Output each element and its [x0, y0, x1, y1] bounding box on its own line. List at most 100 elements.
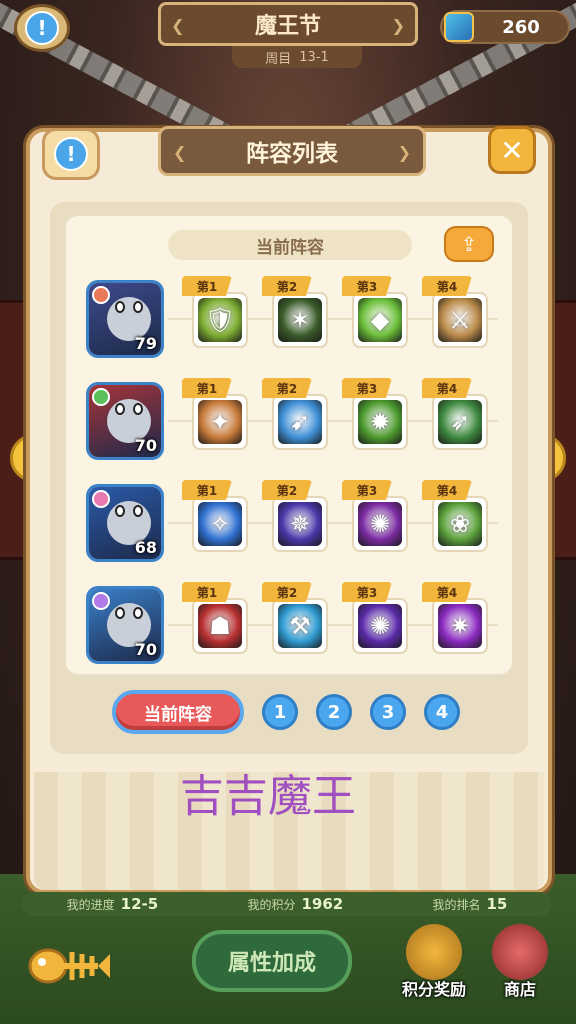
skill-order-tag: 第4	[422, 378, 472, 398]
tab-current-lineup[interactable]: 当前阵容	[112, 690, 244, 734]
hero-portrait[interactable]: 68	[86, 484, 164, 562]
skill-glyph-icon: ✺	[369, 612, 391, 640]
tab-lineup-4[interactable]: 4	[424, 694, 460, 730]
skill-order-tag: 第3	[342, 276, 392, 296]
skill-slot-1[interactable]: 🛡 第1	[182, 274, 248, 358]
skill-order-tag: 第1	[182, 276, 232, 296]
share-button[interactable]: ⇪	[444, 226, 494, 262]
ornament-left-icon: ❮	[171, 16, 185, 35]
skill-glyph-icon: ✶	[289, 306, 311, 334]
element-badge-icon	[92, 286, 110, 304]
skill-frame: ❀	[432, 496, 488, 552]
skill-frame: ⚒	[272, 598, 328, 654]
skill-order-tag: 第3	[342, 378, 392, 398]
skill-order-tag: 第2	[262, 378, 312, 398]
dialog-title-banner: ❮ 阵容列表 ❯	[158, 126, 426, 176]
skill-icon: ⚒	[278, 604, 322, 648]
lineup-list-dialog: ! ❮ 阵容列表 ❯ ✕ 当前阵容 ⇪ 79 🛡 第1 ✶ 第2 ◆ 第3 ⚔ 第4 70 ✦ 第1 ➹…	[26, 126, 552, 894]
progress-value: 12-5	[120, 895, 159, 913]
hero-portrait[interactable]: 70	[86, 586, 164, 664]
hero-level: 68	[134, 538, 157, 557]
progress-label: 我的进度	[66, 898, 115, 912]
skill-order-tag: 第2	[262, 582, 312, 602]
share-icon: ⇪	[460, 232, 478, 256]
tab-lineup-1[interactable]: 1	[262, 694, 298, 730]
currency-value: 260	[502, 16, 540, 38]
info-icon: !	[54, 137, 88, 171]
skill-glyph-icon: ✺	[369, 510, 391, 538]
skill-slot-2[interactable]: ✵ 第2	[262, 478, 328, 562]
skill-frame: ✺	[352, 496, 408, 552]
hero-eye	[133, 607, 143, 619]
skill-frame: ◆	[352, 292, 408, 348]
skill-icon: ✶	[278, 298, 322, 342]
hero-eye	[115, 403, 125, 415]
skill-glyph-icon: ✷	[449, 612, 471, 640]
skill-slot-4[interactable]: ❀ 第4	[422, 478, 488, 562]
skill-slot-4[interactable]: ✷ 第4	[422, 580, 488, 664]
lineup-row: 79 🛡 第1 ✶ 第2 ◆ 第3 ⚔ 第4	[78, 274, 498, 364]
fish-bone-icon[interactable]	[26, 936, 112, 996]
attribute-bonus-button[interactable]: 属性加成	[192, 930, 352, 992]
skill-slot-4[interactable]: ➶ 第4	[422, 376, 488, 460]
hero-eye	[133, 505, 143, 517]
skill-glyph-icon: ✦	[209, 408, 231, 436]
hero-eye	[115, 505, 125, 517]
skill-order-tag: 第1	[182, 480, 232, 500]
tab-lineup-3[interactable]: 3	[370, 694, 406, 730]
skill-slot-4[interactable]: ⚔ 第4	[422, 274, 488, 358]
rank-label: 我的排名	[432, 898, 481, 912]
tab-lineup-2[interactable]: 2	[316, 694, 352, 730]
skill-glyph-icon: ⚒	[289, 612, 311, 640]
dialog-title: 阵容列表	[246, 141, 338, 167]
cycle-indicator: 周目 13-1	[232, 46, 362, 68]
skill-icon: 🛡	[198, 298, 242, 342]
close-button[interactable]: ✕	[488, 126, 536, 174]
skill-slot-3[interactable]: ✺ 第3	[342, 478, 408, 562]
skill-icon: ✧	[198, 502, 242, 546]
skill-slot-2[interactable]: ⚒ 第2	[262, 580, 328, 664]
hero-level: 70	[134, 436, 157, 455]
lineup-row: 68 ✧ 第1 ✵ 第2 ✺ 第3 ❀ 第4	[78, 478, 498, 568]
skill-order-tag: 第1	[182, 582, 232, 602]
skill-frame: ✷	[432, 598, 488, 654]
skill-frame: ✶	[272, 292, 328, 348]
skill-frame: ☗	[192, 598, 248, 654]
lineup-content: 当前阵容 ⇪ 79 🛡 第1 ✶ 第2 ◆ 第3 ⚔ 第4 70 ✦ 第1 ➹ 第2 ✹ 第3 ➶ 第4 68 ✧ 第1…	[64, 214, 514, 676]
skill-glyph-icon: ✵	[289, 510, 311, 538]
skill-order-tag: 第4	[422, 582, 472, 602]
skill-frame: ✺	[352, 598, 408, 654]
skill-slot-1[interactable]: ☗ 第1	[182, 580, 248, 664]
reward-chest-icon	[406, 924, 462, 980]
ornament-right-icon: ❯	[391, 16, 405, 35]
skill-slot-2[interactable]: ✶ 第2	[262, 274, 328, 358]
skill-slot-1[interactable]: ✧ 第1	[182, 478, 248, 562]
skill-frame: ➶	[432, 394, 488, 450]
skill-slot-3[interactable]: ✺ 第3	[342, 580, 408, 664]
skill-order-tag: 第2	[262, 480, 312, 500]
shop-button[interactable]: 商店	[478, 924, 562, 1004]
score-reward-label: 积分奖励	[401, 980, 466, 999]
skill-frame: ✦	[192, 394, 248, 450]
hero-portrait[interactable]: 79	[86, 280, 164, 358]
skill-slot-3[interactable]: ✹ 第3	[342, 376, 408, 460]
player-stats-bar: 我的进度 12-5 我的积分 1962 我的排名 15	[22, 892, 552, 916]
currency-counter[interactable]: 260	[440, 10, 570, 44]
skill-slot-3[interactable]: ◆ 第3	[342, 274, 408, 358]
dialog-info-button[interactable]: !	[42, 128, 100, 180]
info-icon: !	[25, 11, 59, 45]
skill-slot-1[interactable]: ✦ 第1	[182, 376, 248, 460]
element-badge-icon	[92, 388, 110, 406]
skill-frame: 🛡	[192, 292, 248, 348]
skill-frame: ⚔	[432, 292, 488, 348]
ticket-icon	[444, 12, 474, 42]
skill-slot-2[interactable]: ➹ 第2	[262, 376, 328, 460]
top-info-button[interactable]: !	[14, 4, 70, 52]
skill-glyph-icon: ◆	[370, 306, 390, 334]
cycle-value: 13-1	[299, 49, 329, 65]
hero-portrait[interactable]: 70	[86, 382, 164, 460]
score-reward-button[interactable]: 积分奖励	[392, 924, 476, 1004]
skill-order-tag: 第1	[182, 378, 232, 398]
rank-value: 15	[486, 895, 508, 913]
ornament-right-icon: ❯	[397, 143, 411, 162]
